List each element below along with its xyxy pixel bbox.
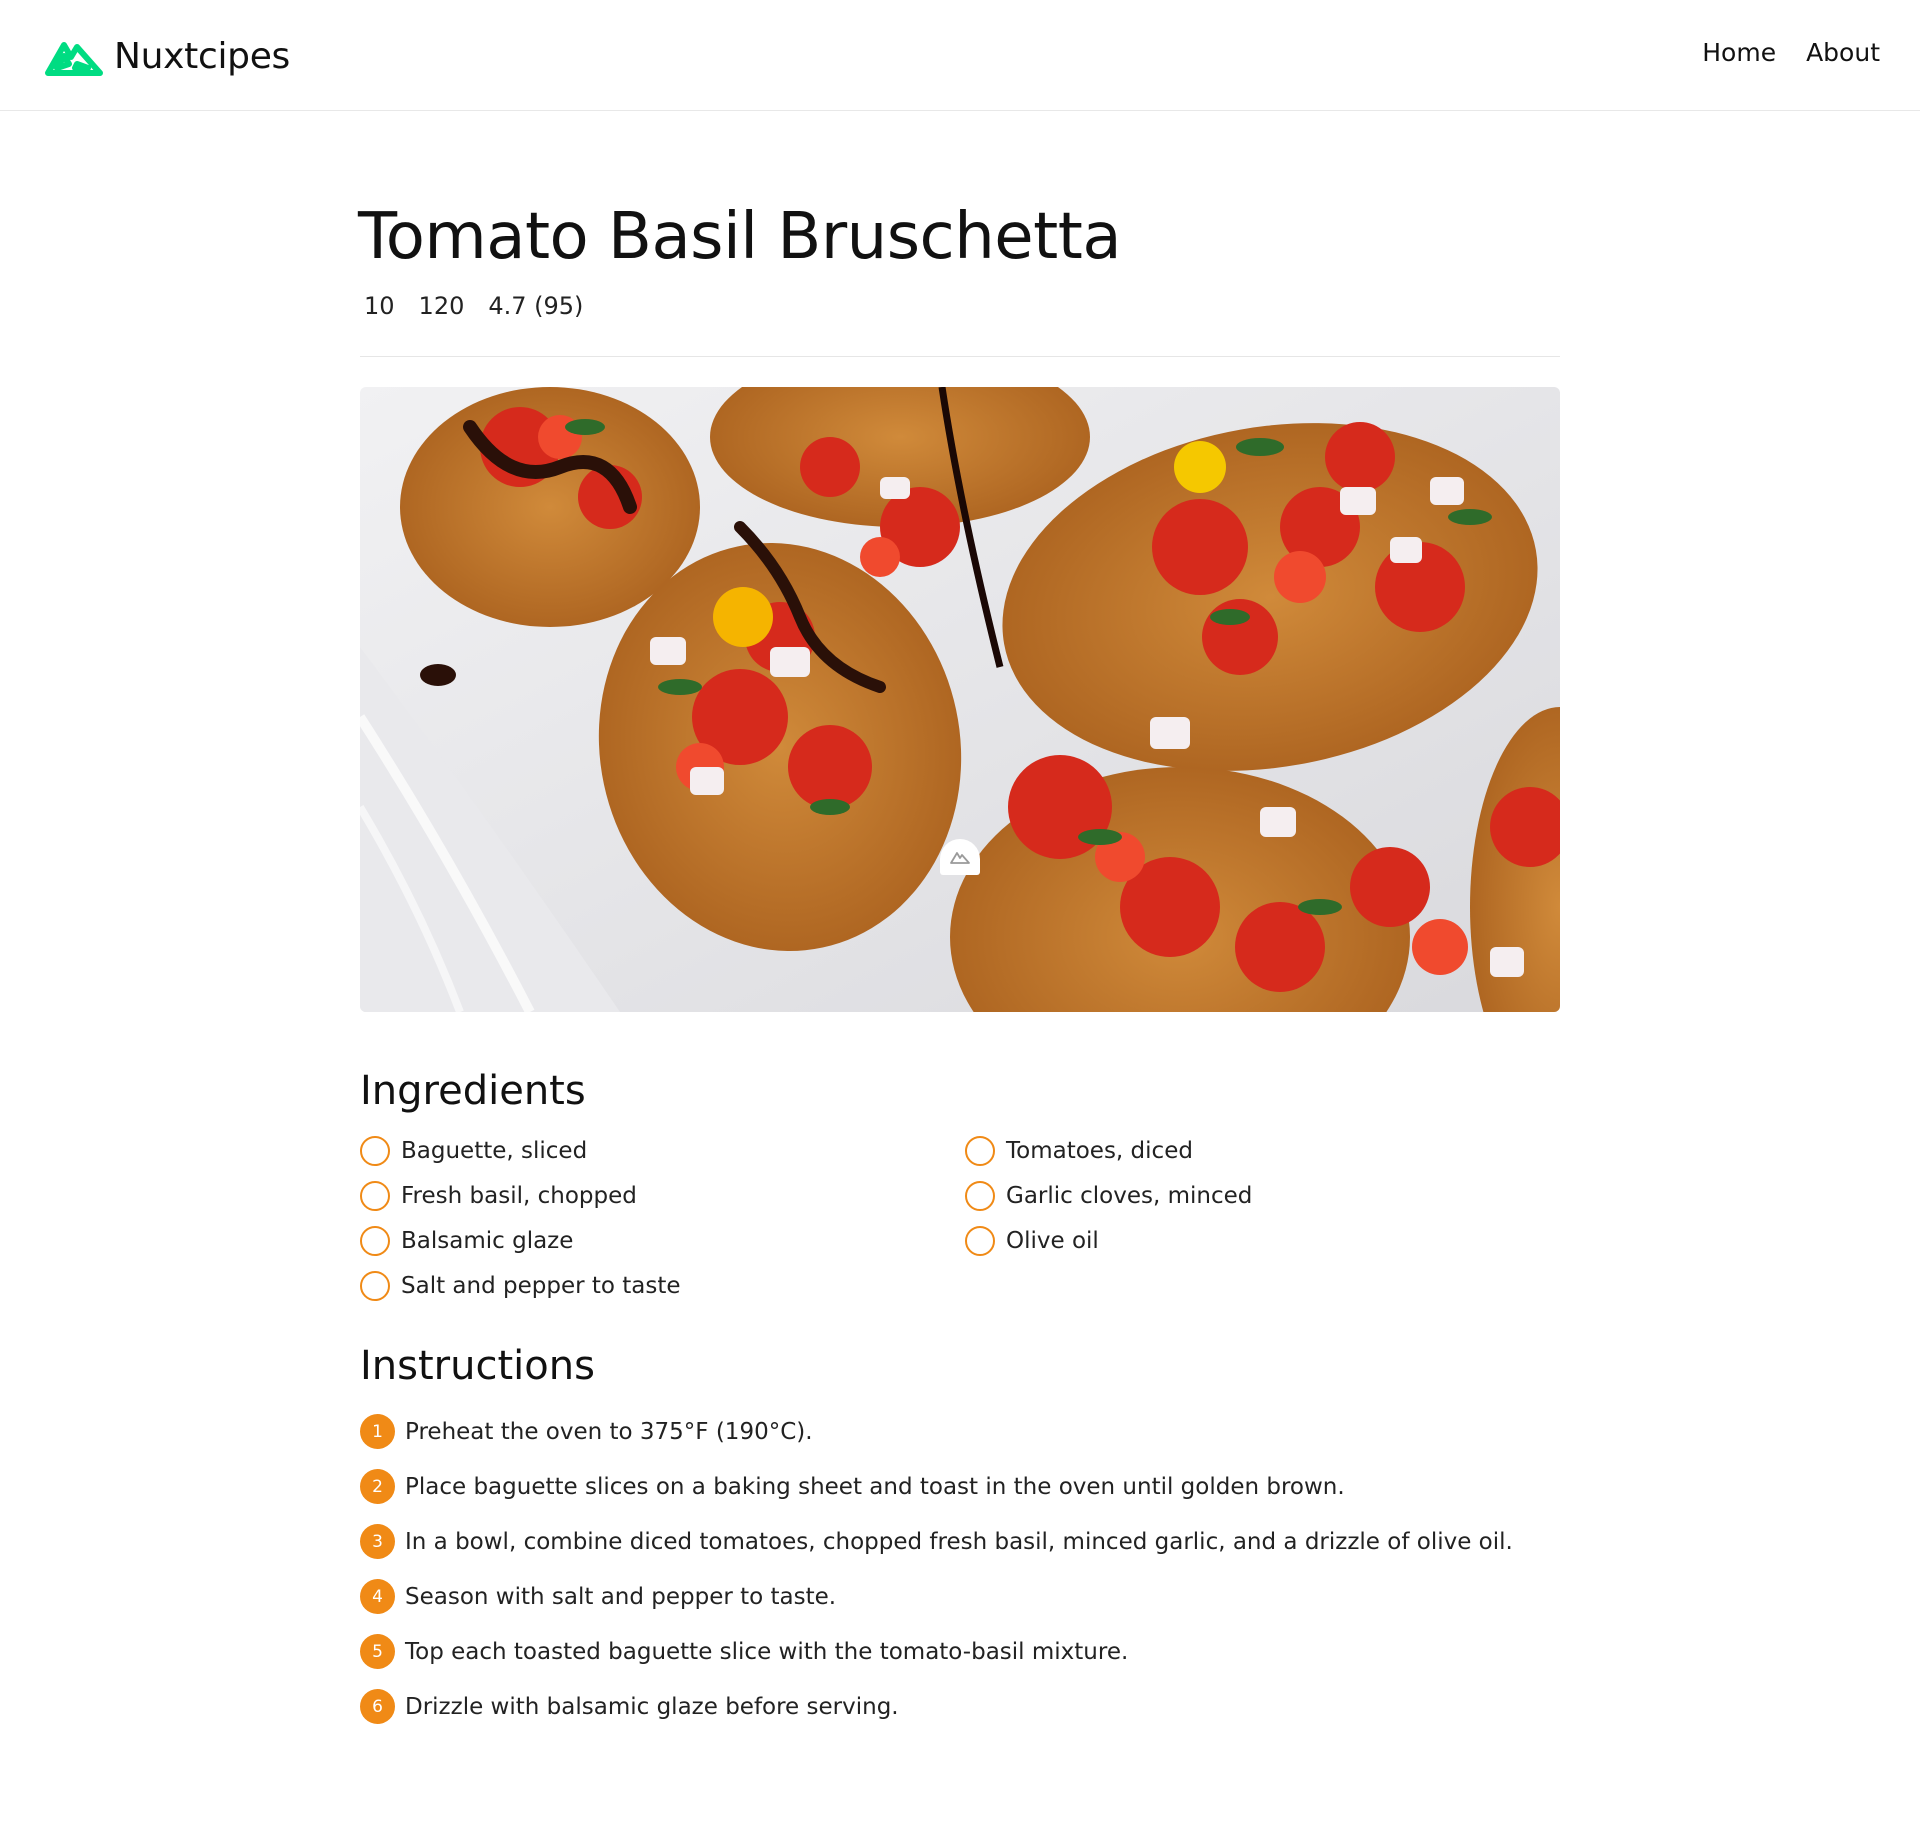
step-number-badge: 1 bbox=[360, 1414, 395, 1449]
title-divider bbox=[360, 356, 1560, 357]
site-header: Nuxtcipes Home About bbox=[0, 0, 1920, 111]
instruction-step: 3 In a bowl, combine diced tomatoes, cho… bbox=[360, 1524, 1560, 1559]
ingredient-checkbox[interactable] bbox=[965, 1136, 995, 1166]
ingredient-checkbox[interactable] bbox=[360, 1271, 390, 1301]
prep-time: 10 bbox=[364, 292, 395, 320]
step-text: Preheat the oven to 375°F (190°C). bbox=[405, 1418, 813, 1445]
nuxt-badge-glyph bbox=[950, 852, 970, 864]
prep-time-value: 10 bbox=[364, 292, 395, 320]
rating-value: 4.7 (95) bbox=[488, 292, 584, 320]
step-number-badge: 3 bbox=[360, 1524, 395, 1559]
ingredient-item[interactable]: Fresh basil, chopped bbox=[360, 1181, 965, 1211]
brand-name: Nuxtcipes bbox=[114, 35, 291, 77]
rating: 4.7 (95) bbox=[488, 292, 583, 320]
calories-value: 120 bbox=[418, 292, 465, 320]
ingredient-label: Fresh basil, chopped bbox=[401, 1183, 637, 1209]
step-number-badge: 2 bbox=[360, 1469, 395, 1504]
ingredient-label: Salt and pepper to taste bbox=[401, 1273, 681, 1299]
ingredient-label: Baguette, sliced bbox=[401, 1138, 588, 1164]
instruction-step: 4 Season with salt and pepper to taste. bbox=[360, 1579, 1560, 1614]
step-text: Drizzle with balsamic glaze before servi… bbox=[405, 1693, 899, 1720]
ingredients-list: Baguette, sliced Tomatoes, diced Fresh b… bbox=[360, 1136, 1560, 1301]
bruschetta-photo bbox=[360, 387, 1560, 1012]
calories: 120 bbox=[419, 292, 465, 320]
nav-home-link[interactable]: Home bbox=[1702, 38, 1776, 67]
recipe-meta: 10 120 4.7 (95) bbox=[364, 292, 583, 320]
ingredients-heading: Ingredients bbox=[360, 1068, 586, 1114]
ingredient-item[interactable]: Balsamic glaze bbox=[360, 1226, 965, 1256]
ingredient-item[interactable]: Tomatoes, diced bbox=[965, 1136, 1560, 1166]
recipe-image bbox=[360, 387, 1560, 1012]
nuxt-mountain-icon bbox=[45, 42, 103, 76]
step-number-badge: 6 bbox=[360, 1689, 395, 1724]
ingredient-checkbox[interactable] bbox=[360, 1136, 390, 1166]
ingredient-item[interactable]: Olive oil bbox=[965, 1226, 1560, 1256]
ingredient-label: Garlic cloves, minced bbox=[1006, 1183, 1253, 1209]
instructions-heading: Instructions bbox=[360, 1343, 595, 1389]
ingredient-label: Balsamic glaze bbox=[401, 1228, 574, 1254]
instruction-step: 1 Preheat the oven to 375°F (190°C). bbox=[360, 1414, 1560, 1449]
main-nav: Home About bbox=[1702, 38, 1880, 67]
step-text: In a bowl, combine diced tomatoes, chopp… bbox=[405, 1528, 1513, 1555]
recipe-title: Tomato Basil Bruschetta bbox=[358, 200, 1122, 274]
ingredient-checkbox[interactable] bbox=[360, 1181, 390, 1211]
ingredient-checkbox[interactable] bbox=[965, 1181, 995, 1211]
ingredient-label: Olive oil bbox=[1006, 1228, 1099, 1254]
ingredient-item[interactable]: Salt and pepper to taste bbox=[360, 1271, 965, 1301]
instructions-list: 1 Preheat the oven to 375°F (190°C). 2 P… bbox=[360, 1414, 1560, 1744]
step-text: Season with salt and pepper to taste. bbox=[405, 1583, 837, 1610]
step-text: Top each toasted baguette slice with the… bbox=[405, 1638, 1129, 1665]
ingredient-checkbox[interactable] bbox=[965, 1226, 995, 1256]
instruction-step: 2 Place baguette slices on a baking shee… bbox=[360, 1469, 1560, 1504]
nav-about-link[interactable]: About bbox=[1806, 38, 1880, 67]
step-text: Place baguette slices on a baking sheet … bbox=[405, 1473, 1345, 1500]
ingredient-item[interactable]: Baguette, sliced bbox=[360, 1136, 965, 1166]
brand-link[interactable]: Nuxtcipes bbox=[44, 30, 290, 82]
step-number-badge: 5 bbox=[360, 1634, 395, 1669]
instruction-step: 6 Drizzle with balsamic glaze before ser… bbox=[360, 1689, 1560, 1724]
instruction-step: 5 Top each toasted baguette slice with t… bbox=[360, 1634, 1560, 1669]
ingredient-item[interactable]: Garlic cloves, minced bbox=[965, 1181, 1560, 1211]
nuxt-logo-icon bbox=[940, 839, 980, 875]
ingredient-checkbox[interactable] bbox=[360, 1226, 390, 1256]
ingredient-label: Tomatoes, diced bbox=[1006, 1138, 1193, 1164]
step-number-badge: 4 bbox=[360, 1579, 395, 1614]
